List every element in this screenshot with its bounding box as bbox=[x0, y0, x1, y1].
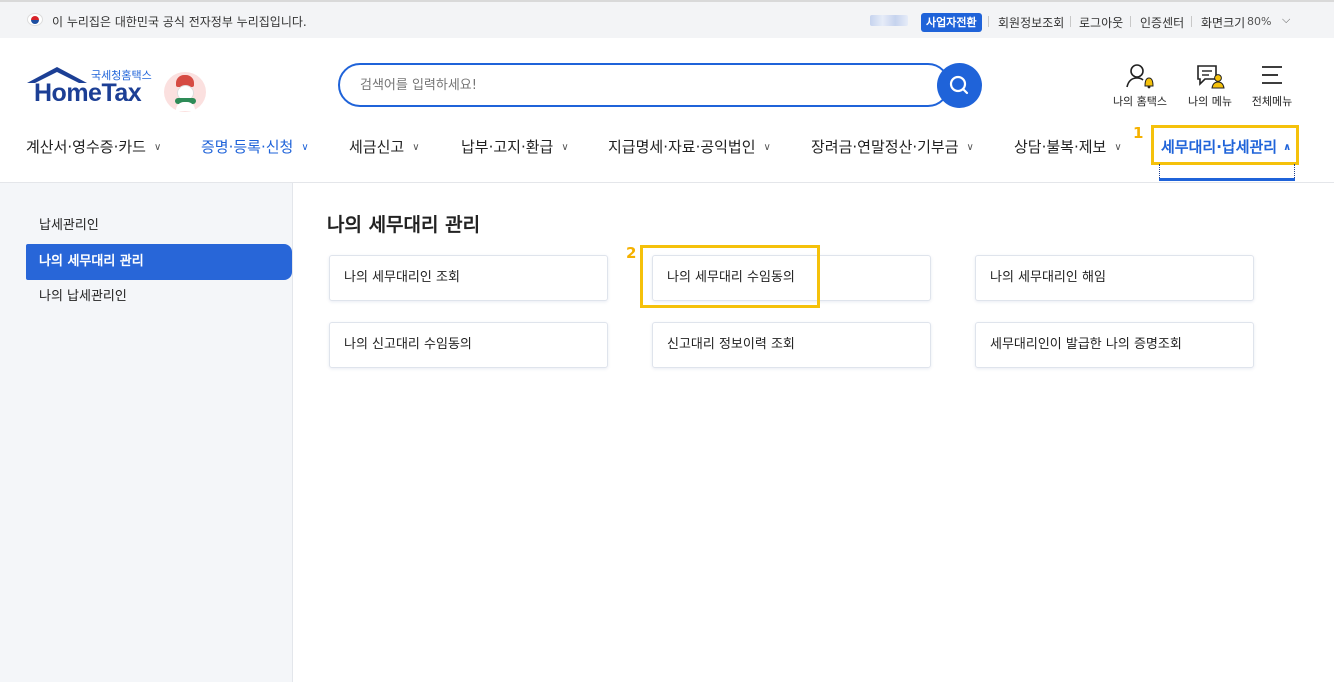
business-switch-button[interactable]: 사업자전환 bbox=[921, 13, 982, 32]
gnb-invoice-receipt-card[interactable]: 계산서·영수증·카드 ∨ bbox=[26, 136, 161, 157]
cert-center-link[interactable]: 인증센터 bbox=[1140, 14, 1184, 31]
gnb-payment-statement[interactable]: 지급명세·자료·공익법인 ∨ bbox=[608, 136, 771, 157]
hometax-logo[interactable]: 국세청홈택스 HomeTax bbox=[25, 62, 165, 112]
gov-notice-text[interactable]: 이 누리집은 대한민국 공식 전자정부 누리집입니다. bbox=[52, 13, 307, 30]
blurred-user-name bbox=[870, 15, 908, 26]
divider bbox=[1070, 16, 1071, 27]
active-menu-underline bbox=[1159, 178, 1295, 181]
my-menu-button[interactable]: 나의 메뉴 bbox=[1180, 63, 1240, 109]
gnb-label: 납부·고지·환급 bbox=[461, 138, 554, 156]
chevron-down-icon: ∨ bbox=[1114, 142, 1122, 153]
annotation-step-2: 2 bbox=[626, 244, 637, 262]
chevron-down-icon: ∨ bbox=[412, 142, 420, 153]
gnb-payment-refund[interactable]: 납부·고지·환급 ∨ bbox=[461, 136, 569, 157]
gnb-label: 지급명세·자료·공익법인 bbox=[608, 138, 756, 156]
korea-flag-icon bbox=[27, 13, 43, 26]
chevron-down-icon: ∨ bbox=[966, 142, 974, 153]
card-filing-agent-history[interactable]: 신고대리 정보이력 조회 bbox=[652, 322, 931, 368]
my-menu-icon bbox=[1197, 65, 1225, 89]
chevron-down-icon[interactable]: ⌵ bbox=[1282, 13, 1290, 27]
zoom-value[interactable]: 80% bbox=[1247, 15, 1271, 28]
gnb-label: 계산서·영수증·카드 bbox=[26, 138, 146, 156]
sidebar-item-tax-manager[interactable]: 납세관리인 bbox=[26, 208, 292, 244]
sidebar-item-my-tax-manager[interactable]: 나의 납세관리인 bbox=[26, 279, 292, 315]
chevron-down-icon: ∨ bbox=[301, 142, 309, 153]
logo-title: HomeTax bbox=[34, 79, 142, 107]
card-agent-issued-certificates[interactable]: 세무대리인이 발급한 나의 증명조회 bbox=[975, 322, 1254, 368]
member-info-link[interactable]: 회원정보조회 bbox=[998, 14, 1064, 31]
search-button[interactable] bbox=[937, 63, 982, 108]
divider bbox=[1191, 16, 1192, 27]
all-menu-button[interactable]: 전체메뉴 bbox=[1242, 63, 1302, 109]
divider bbox=[988, 16, 989, 27]
gnb-incentive-yearend[interactable]: 장려금·연말정산·기부금 ∨ bbox=[811, 136, 974, 157]
search-input[interactable] bbox=[338, 63, 950, 107]
search-icon bbox=[949, 75, 969, 95]
chevron-down-icon: ∨ bbox=[763, 142, 771, 153]
page-title: 나의 세무대리 관리 bbox=[327, 214, 481, 236]
my-hometax-label: 나의 홈택스 bbox=[1112, 95, 1168, 108]
logout-link[interactable]: 로그아웃 bbox=[1079, 14, 1123, 31]
my-hometax-button[interactable]: 나의 홈택스 bbox=[1110, 63, 1170, 109]
gnb-certificate-registration[interactable]: 증명·등록·신청 ∨ bbox=[201, 136, 309, 157]
zoom-label[interactable]: 화면크기 bbox=[1201, 14, 1245, 31]
hamburger-icon bbox=[1262, 66, 1282, 84]
sidebar-item-my-tax-agent[interactable]: 나의 세무대리 관리 bbox=[26, 244, 292, 280]
card-filing-agent-consent[interactable]: 나의 신고대리 수임동의 bbox=[329, 322, 608, 368]
my-menu-label: 나의 메뉴 bbox=[1188, 95, 1232, 108]
annotation-step-1: 1 bbox=[1133, 124, 1144, 142]
gnb-label: 세금신고 bbox=[349, 138, 405, 156]
gnb-label: 상담·불복·제보 bbox=[1014, 138, 1107, 156]
snowman-mascot-icon bbox=[164, 72, 206, 112]
all-menu-label: 전체메뉴 bbox=[1251, 95, 1293, 108]
highlight-box-1 bbox=[1151, 125, 1299, 165]
highlight-box-2 bbox=[640, 245, 820, 308]
gnb-label: 장려금·연말정산·기부금 bbox=[811, 138, 959, 156]
gnb-consult-appeal[interactable]: 상담·불복·제보 ∨ bbox=[1014, 136, 1122, 157]
chevron-down-icon: ∨ bbox=[153, 142, 162, 153]
chevron-down-icon: ∨ bbox=[561, 142, 569, 153]
gnb-label: 증명·등록·신청 bbox=[201, 138, 294, 156]
card-dismiss-tax-agent[interactable]: 나의 세무대리인 해임 bbox=[975, 255, 1254, 301]
user-bell-icon bbox=[1126, 64, 1154, 89]
card-view-tax-agent[interactable]: 나의 세무대리인 조회 bbox=[329, 255, 608, 301]
top-utility-bar: 이 누리집은 대한민국 공식 전자정부 누리집입니다. 사업자전환 회원정보조회… bbox=[0, 0, 1334, 38]
gnb-tax-filing[interactable]: 세금신고 ∨ bbox=[349, 136, 420, 157]
divider bbox=[1130, 16, 1131, 27]
